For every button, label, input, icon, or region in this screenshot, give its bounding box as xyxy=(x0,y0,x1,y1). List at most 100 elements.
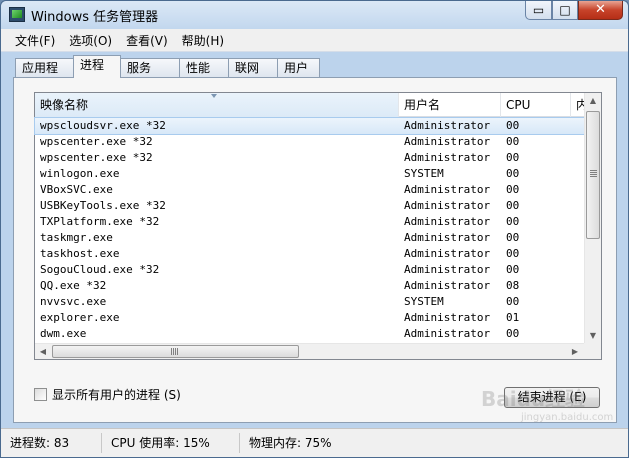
minimize-icon: ▭ xyxy=(532,3,545,17)
status-memory: 物理内存: 75% xyxy=(249,436,332,450)
table-row[interactable]: taskhost.exe Administrator 00 xyxy=(35,246,586,262)
cell-user-name: Administrator xyxy=(404,311,491,324)
show-all-users-checkbox[interactable] xyxy=(34,388,47,401)
cell-image-name: wpscenter.exe *32 xyxy=(40,135,153,148)
horizontal-scroll-thumb[interactable] xyxy=(52,345,299,358)
cell-user-name: Administrator xyxy=(404,231,491,244)
close-button[interactable]: ✕ xyxy=(578,1,623,20)
process-list[interactable]: 映像名称 用户名 CPU 内 wpscloudsvr.exe *32 Admini… xyxy=(34,92,602,360)
vertical-scroll-thumb[interactable] xyxy=(586,111,600,239)
show-all-users-option[interactable]: 显示所有用户的进程 (S) xyxy=(34,386,181,403)
window-controls: ▭ □ ✕ xyxy=(525,1,623,20)
cell-user-name: SYSTEM xyxy=(404,295,444,308)
tab-performance[interactable]: 性能 xyxy=(179,58,229,78)
process-rows: wpscloudsvr.exe *32 Administrator 00 wpscen… xyxy=(34,117,587,358)
scroll-left-icon[interactable]: ◀ xyxy=(35,344,51,360)
cell-image-name: TXPlatform.exe *32 xyxy=(40,215,160,228)
table-row[interactable]: VBoxSVC.exe Administrator 00 xyxy=(35,182,586,198)
minimize-button[interactable]: ▭ xyxy=(525,1,552,20)
cell-cpu: 00 xyxy=(506,135,520,148)
cell-cpu: 00 xyxy=(506,119,520,132)
watermark-url: jingyan.baidu.com xyxy=(521,412,614,423)
column-header-cpu[interactable]: CPU xyxy=(501,93,571,117)
tab-applications[interactable]: 应用程序 xyxy=(15,58,74,93)
task-manager-window: Windows 任务管理器 ▭ □ ✕ 文件(F) 选项(O) 查看(V) 帮助… xyxy=(0,0,629,458)
title-bar[interactable]: Windows 任务管理器 ▭ □ ✕ xyxy=(1,1,628,29)
table-row[interactable]: wpscloudsvr.exe *32 Administrator 00 xyxy=(34,117,587,135)
cell-user-name: Administrator xyxy=(404,199,491,212)
cell-cpu: 00 xyxy=(506,231,520,244)
processes-panel: 映像名称 用户名 CPU 内 wpscloudsvr.exe *32 Admini… xyxy=(13,77,617,423)
table-row[interactable]: SogouCloud.exe *32 Administrator 00 xyxy=(35,262,586,278)
cell-user-name: Administrator xyxy=(404,119,491,132)
cell-user-name: Administrator xyxy=(404,183,491,196)
column-label-image-name: 映像名称 xyxy=(40,98,89,112)
sort-arrow-icon xyxy=(211,94,217,98)
cell-image-name: wpscloudsvr.exe *32 xyxy=(40,119,166,132)
cell-image-name: SogouCloud.exe *32 xyxy=(40,263,160,276)
table-row[interactable]: dwm.exe Administrator 00 xyxy=(35,326,586,342)
tab-users[interactable]: 用户 xyxy=(277,58,320,78)
tab-networking[interactable]: 联网 xyxy=(228,58,278,78)
cell-image-name: wpscenter.exe *32 xyxy=(40,151,153,164)
cell-cpu: 00 xyxy=(506,295,520,308)
scroll-up-icon[interactable]: ▲ xyxy=(585,93,601,109)
baidu-watermark: Baidu经验 jingyan.baidu.com xyxy=(481,383,613,423)
vertical-scrollbar[interactable]: ▲ ▼ xyxy=(584,93,601,344)
cell-image-name: taskhost.exe xyxy=(40,247,120,260)
cell-image-name: QQ.exe *32 xyxy=(40,279,107,292)
cell-user-name: Administrator xyxy=(404,247,491,260)
table-row[interactable]: wpscenter.exe *32 Administrator 00 xyxy=(35,150,586,166)
show-all-users-label: 显示所有用户的进程 (S) xyxy=(52,388,181,402)
maximize-button[interactable]: □ xyxy=(552,1,578,20)
scroll-right-icon[interactable]: ▶ xyxy=(567,344,583,360)
column-header-image-name[interactable]: 映像名称 xyxy=(35,93,399,117)
close-icon: ✕ xyxy=(595,2,606,17)
maximize-icon: □ xyxy=(559,3,571,17)
tab-processes[interactable]: 进程 xyxy=(73,55,121,78)
cell-cpu: 01 xyxy=(506,311,520,324)
tab-strip: 应用程序 进程 服务 性能 联网 用户 xyxy=(15,55,320,93)
cell-user-name: Administrator xyxy=(404,279,491,292)
cell-image-name: explorer.exe xyxy=(40,311,120,324)
table-row[interactable]: wpscenter.exe *32 Administrator 00 xyxy=(35,134,586,150)
cell-image-name: dwm.exe xyxy=(40,327,87,340)
table-row[interactable]: USBKeyTools.exe *32 Administrator 00 xyxy=(35,198,586,214)
table-row[interactable]: winlogon.exe SYSTEM 00 xyxy=(35,166,586,182)
cell-cpu: 00 xyxy=(506,327,520,340)
cell-cpu: 00 xyxy=(506,263,520,276)
cell-image-name: winlogon.exe xyxy=(40,167,120,180)
menu-options[interactable]: 选项(O) xyxy=(63,32,118,49)
tab-services[interactable]: 服务 xyxy=(120,58,180,78)
cell-image-name: nvvsvc.exe xyxy=(40,295,107,308)
cell-user-name: Administrator xyxy=(404,215,491,228)
table-row[interactable]: QQ.exe *32 Administrator 08 xyxy=(35,278,586,294)
cell-image-name: USBKeyTools.exe *32 xyxy=(40,199,166,212)
cell-cpu: 00 xyxy=(506,151,520,164)
table-row[interactable]: taskmgr.exe Administrator 00 xyxy=(35,230,586,246)
menu-bar: 文件(F) 选项(O) 查看(V) 帮助(H) xyxy=(1,29,628,52)
table-row[interactable]: nvvsvc.exe SYSTEM 00 xyxy=(35,294,586,310)
cell-user-name: Administrator xyxy=(404,263,491,276)
table-row[interactable]: explorer.exe Administrator 01 xyxy=(35,310,586,326)
menu-help[interactable]: 帮助(H) xyxy=(176,32,230,49)
grip-icon xyxy=(590,170,597,177)
cell-cpu: 00 xyxy=(506,199,520,212)
horizontal-scrollbar[interactable]: ◀ ▶ xyxy=(35,343,601,359)
menu-file[interactable]: 文件(F) xyxy=(9,32,61,49)
grip-icon xyxy=(171,348,178,355)
table-row[interactable]: TXPlatform.exe *32 Administrator 00 xyxy=(35,214,586,230)
status-bar: 进程数: 83 CPU 使用率: 15% 物理内存: 75% xyxy=(1,428,628,457)
cell-user-name: Administrator xyxy=(404,327,491,340)
task-manager-icon xyxy=(9,7,25,22)
cell-cpu: 08 xyxy=(506,279,520,292)
cell-cpu: 00 xyxy=(506,247,520,260)
column-header-user-name[interactable]: 用户名 xyxy=(399,93,501,117)
watermark-brand: Baidu经验 xyxy=(481,387,586,411)
cell-user-name: SYSTEM xyxy=(404,167,444,180)
cell-user-name: Administrator xyxy=(404,151,491,164)
cell-user-name: Administrator xyxy=(404,135,491,148)
menu-view[interactable]: 查看(V) xyxy=(120,32,174,49)
cell-image-name: VBoxSVC.exe xyxy=(40,183,113,196)
scroll-down-icon[interactable]: ▼ xyxy=(585,328,601,344)
